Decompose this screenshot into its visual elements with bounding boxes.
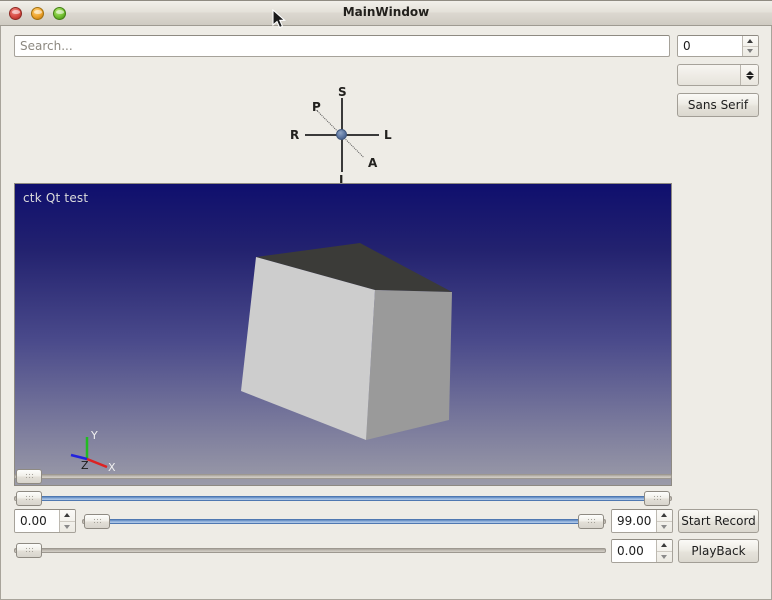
handle-grip-icon	[586, 518, 596, 525]
range-slider-middle-max-handle[interactable]	[578, 514, 604, 529]
playback-button[interactable]: PlayBack	[678, 539, 759, 563]
axis-label-left: L	[384, 128, 392, 142]
blank-spinbox-value	[678, 65, 740, 85]
range-slider-middle-min-handle[interactable]	[84, 514, 110, 529]
blank-spinbox-up-icon[interactable]	[745, 70, 754, 75]
index-spinbox-value: 0	[678, 36, 742, 56]
range-slider-middle-fill	[100, 519, 588, 524]
handle-grip-icon	[24, 473, 34, 480]
range-slider-top-fill	[32, 496, 654, 501]
axis-origin-hub	[336, 129, 347, 140]
cube-right-face	[366, 290, 452, 440]
main-window: MainWindow Search... 0 Sans Serif S I R …	[0, 0, 772, 600]
playback-position-down-icon[interactable]	[657, 552, 672, 563]
range-max-spinbox-up-icon[interactable]	[657, 510, 672, 522]
range-min-spinbox-up-icon[interactable]	[60, 510, 75, 522]
range-min-spinbox-down-icon[interactable]	[60, 522, 75, 533]
search-placeholder: Search...	[20, 39, 73, 53]
slider-plain-top[interactable]	[14, 466, 672, 486]
playback-position-up-icon[interactable]	[657, 540, 672, 552]
search-input[interactable]: Search...	[14, 35, 670, 57]
index-spinbox-buttons[interactable]	[742, 36, 758, 56]
index-spinbox-down-icon[interactable]	[743, 47, 758, 57]
window-title: MainWindow	[342, 5, 430, 19]
playback-slider-handle[interactable]	[16, 543, 42, 558]
range-max-spinbox-down-icon[interactable]	[657, 522, 672, 533]
index-spinbox-up-icon[interactable]	[743, 36, 758, 47]
range-min-spinbox-buttons[interactable]	[59, 510, 75, 532]
handle-grip-icon	[24, 495, 34, 502]
playback-label: PlayBack	[691, 544, 746, 558]
handle-grip-icon	[24, 547, 34, 554]
title-bar: MainWindow	[0, 0, 772, 26]
slider-plain-top-groove[interactable]	[14, 474, 672, 479]
handle-grip-icon	[652, 495, 662, 502]
playback-position-spinbox-buttons[interactable]	[656, 540, 672, 562]
index-spinbox[interactable]: 0	[677, 35, 759, 57]
render-view[interactable]: ctk Qt test Y X Z	[14, 183, 672, 486]
playback-position-value: 0.00	[612, 540, 656, 562]
orientation-axes-widget: S I R L P A	[287, 85, 397, 186]
axis-y-label: Y	[90, 429, 98, 442]
cube-front-face	[241, 257, 375, 440]
range-slider-middle[interactable]	[82, 511, 606, 531]
blank-spinbox[interactable]	[677, 64, 759, 86]
axis-label-superior: S	[338, 85, 347, 99]
slider-plain-top-handle[interactable]	[16, 469, 42, 484]
range-min-spinbox[interactable]: 0.00	[14, 509, 76, 533]
start-record-button[interactable]: Start Record	[678, 509, 759, 533]
playback-slider[interactable]	[14, 540, 606, 560]
range-slider-top-min-handle[interactable]	[16, 491, 42, 506]
axis-label-right: R	[290, 128, 300, 142]
range-slider-top[interactable]	[14, 488, 672, 508]
range-max-spinbox-value: 99.00	[612, 510, 656, 532]
range-slider-top-max-handle[interactable]	[644, 491, 670, 506]
start-record-label: Start Record	[681, 514, 756, 528]
range-max-spinbox-buttons[interactable]	[656, 510, 672, 532]
playback-slider-groove[interactable]	[14, 548, 606, 553]
playback-position-spinbox[interactable]: 0.00	[611, 539, 673, 563]
window-body: Search... 0 Sans Serif S I R L P A ctk Q…	[0, 26, 772, 600]
font-select-label: Sans Serif	[687, 98, 749, 112]
blank-spinbox-down-icon[interactable]	[745, 75, 754, 80]
axis-label-anterior: A	[368, 156, 378, 170]
range-min-spinbox-value: 0.00	[15, 510, 59, 532]
blank-spinbox-buttons[interactable]	[740, 65, 758, 85]
axis-label-posterior: P	[312, 100, 321, 114]
range-max-spinbox[interactable]: 99.00	[611, 509, 673, 533]
font-select-button[interactable]: Sans Serif	[677, 93, 759, 117]
handle-grip-icon	[92, 518, 102, 525]
